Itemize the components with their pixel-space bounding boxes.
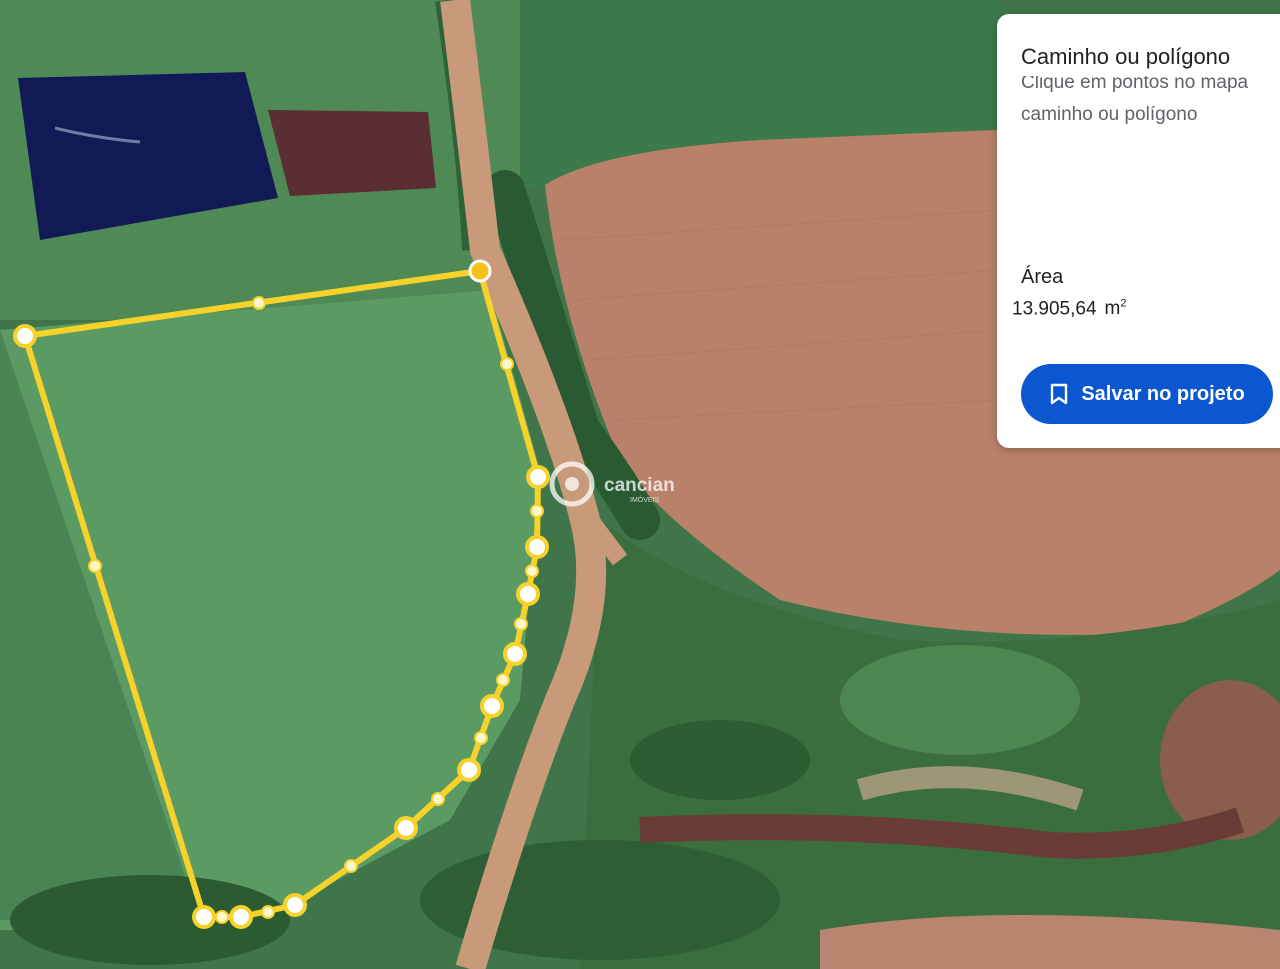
save-button-label: Salvar no projeto [1081, 382, 1245, 405]
active-vertex[interactable] [468, 259, 492, 283]
area-readout: 13.905,64 m2 [1012, 298, 1126, 320]
panel-title: Caminho ou polígono [1021, 44, 1231, 69]
panel-instruction: Clique em pontos no mapa caminho ou polí… [1021, 76, 1280, 132]
instruction-line-1: Clique em pontos no mapa [1021, 76, 1249, 93]
instruction-line-2: caminho ou polígono [1021, 104, 1198, 125]
measure-panel: Caminho ou polígono Clique em pontos no … [997, 14, 1280, 448]
area-value: 13.905,64 [1012, 298, 1097, 320]
watermark-sub: IMÓVEIS [630, 495, 660, 504]
bookmark-icon [1051, 383, 1068, 405]
area-unit: m2 [1104, 298, 1127, 320]
save-to-project-button[interactable]: Salvar no projeto [1021, 364, 1273, 424]
pond-brown [268, 110, 436, 196]
area-label: Área [1021, 266, 1064, 288]
watermark-brand: cancian [604, 475, 675, 496]
